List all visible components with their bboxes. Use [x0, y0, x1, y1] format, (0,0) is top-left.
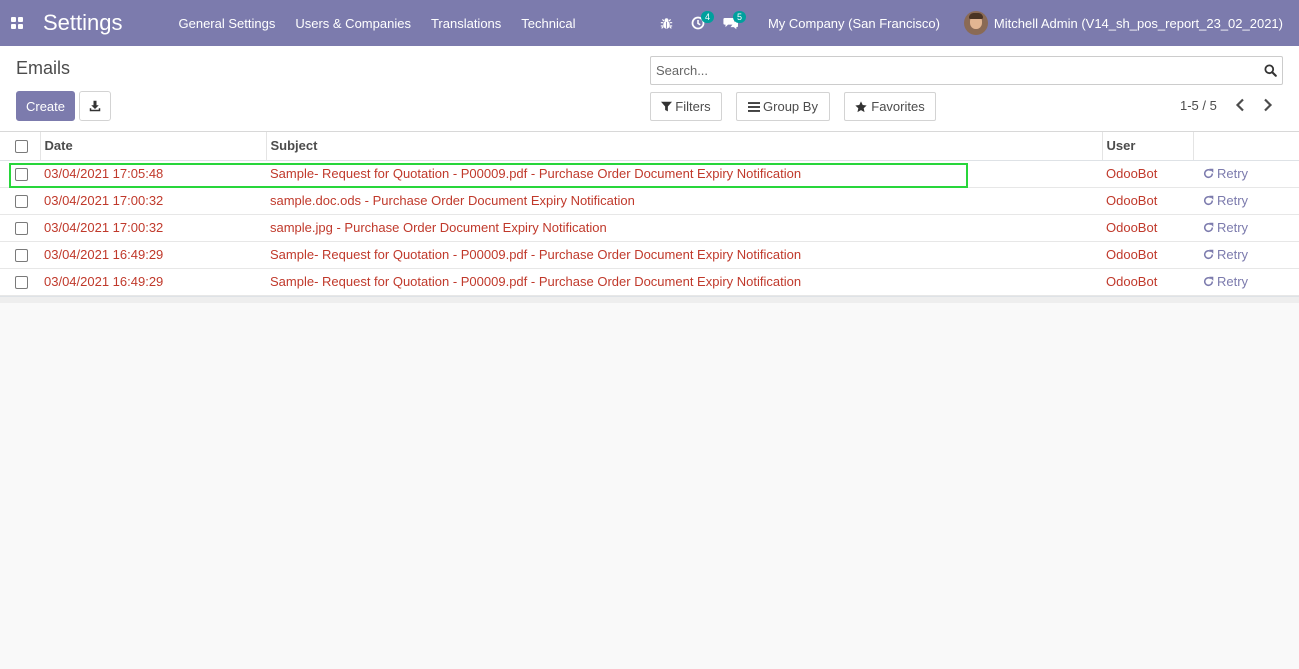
systray: 4 5 My Company (San Francisco) Mitchell … — [660, 0, 1299, 46]
create-button[interactable]: Create — [16, 91, 75, 121]
pager-next-button[interactable] — [1262, 98, 1274, 115]
retry-button[interactable]: Retry — [1193, 214, 1299, 242]
retry-button[interactable]: Retry — [1193, 268, 1299, 296]
row-date[interactable]: 03/04/2021 16:49:29 — [40, 268, 266, 296]
search-icon[interactable] — [1264, 64, 1277, 77]
row-select-cell[interactable] — [0, 160, 40, 188]
emails-list-table: Date Subject User 03/04/2021 17:05:48 Sa… — [0, 132, 1299, 296]
row-subject[interactable]: Sample- Request for Quotation - P00009.p… — [266, 268, 1102, 296]
column-header-date[interactable]: Date — [40, 132, 267, 161]
refresh-icon — [1204, 168, 1214, 178]
column-header-user[interactable]: User — [1102, 132, 1194, 161]
row-subject[interactable]: Sample- Request for Quotation - P00009.p… — [266, 241, 1102, 269]
row-checkbox[interactable] — [15, 222, 28, 236]
filters-label: Filters — [675, 99, 711, 114]
export-download-button[interactable] — [79, 91, 111, 121]
retry-button[interactable]: Retry — [1193, 241, 1299, 269]
retry-label: Retry — [1217, 273, 1249, 289]
row-user[interactable]: OdooBot — [1102, 214, 1193, 242]
group-by-label: Group By — [763, 99, 818, 114]
control-panel: Emails Create Filters Group By Favorites… — [0, 46, 1299, 132]
row-user[interactable]: OdooBot — [1102, 160, 1193, 188]
table-row[interactable]: 03/04/2021 16:49:29 Sample- Request for … — [0, 241, 1299, 269]
menu-general-settings[interactable]: General Settings — [179, 16, 276, 31]
row-checkbox[interactable] — [15, 195, 28, 209]
retry-label: Retry — [1217, 192, 1249, 208]
menu-translations[interactable]: Translations — [431, 16, 501, 31]
retry-label: Retry — [1217, 165, 1249, 181]
table-row[interactable]: 03/04/2021 17:00:32 sample.jpg - Purchas… — [0, 214, 1299, 242]
row-select-cell[interactable] — [0, 268, 40, 296]
menu-users-companies[interactable]: Users & Companies — [295, 16, 411, 31]
row-select-cell[interactable] — [0, 214, 40, 242]
row-date[interactable]: 03/04/2021 17:00:32 — [40, 214, 266, 242]
row-checkbox[interactable] — [15, 249, 28, 263]
row-subject[interactable]: Sample- Request for Quotation - P00009.p… — [266, 160, 1102, 188]
retry-button[interactable]: Retry — [1193, 187, 1299, 215]
select-all-checkbox-cell[interactable] — [0, 132, 41, 161]
table-row[interactable]: 03/04/2021 17:00:32 sample.doc.ods - Pur… — [0, 187, 1299, 215]
pager-previous-button[interactable] — [1234, 98, 1246, 115]
row-select-cell[interactable] — [0, 187, 40, 215]
activity-clock-icon[interactable]: 4 — [691, 11, 714, 30]
filters-button[interactable]: Filters — [650, 92, 722, 121]
row-date[interactable]: 03/04/2021 17:05:48 — [40, 160, 266, 188]
row-subject[interactable]: sample.jpg - Purchase Order Document Exp… — [266, 214, 1102, 242]
favorites-label: Favorites — [871, 99, 925, 114]
company-switcher[interactable]: My Company (San Francisco) — [768, 16, 940, 31]
table-row[interactable]: 03/04/2021 16:49:29 Sample- Request for … — [0, 268, 1299, 296]
search-bar — [650, 56, 1283, 85]
refresh-icon — [1204, 249, 1214, 259]
retry-button[interactable]: Retry — [1193, 160, 1299, 188]
row-checkbox[interactable] — [15, 168, 28, 182]
messages-count-badge: 5 — [732, 11, 746, 23]
activity-count-badge: 4 — [700, 11, 714, 23]
debug-bug-icon[interactable] — [660, 17, 673, 30]
select-all-checkbox[interactable] — [15, 140, 28, 154]
table-row[interactable]: 03/04/2021 17:05:48 Sample- Request for … — [0, 160, 1299, 188]
row-date[interactable]: 03/04/2021 16:49:29 — [40, 241, 266, 269]
bars-icon — [748, 101, 761, 112]
retry-label: Retry — [1217, 246, 1249, 262]
menu-technical[interactable]: Technical — [521, 16, 575, 31]
apps-menu-icon[interactable] — [11, 17, 23, 29]
row-user[interactable]: OdooBot — [1102, 268, 1193, 296]
download-icon — [89, 100, 101, 112]
page-title: Emails — [16, 58, 71, 78]
table-footer — [0, 296, 1299, 303]
star-icon — [855, 100, 867, 112]
top-navbar: Settings General Settings Users & Compan… — [0, 0, 1299, 46]
app-brand[interactable]: Settings — [43, 10, 123, 36]
chevron-left-icon — [1235, 98, 1244, 112]
row-user[interactable]: OdooBot — [1102, 187, 1193, 215]
chevron-right-icon — [1264, 98, 1273, 112]
favorites-button[interactable]: Favorites — [844, 92, 936, 121]
search-input[interactable] — [651, 63, 1264, 78]
group-by-button[interactable]: Group By — [736, 92, 830, 121]
user-menu[interactable]: Mitchell Admin (V14_sh_pos_report_23_02_… — [994, 16, 1283, 31]
column-header-subject[interactable]: Subject — [266, 132, 1103, 161]
row-select-cell[interactable] — [0, 241, 40, 269]
refresh-icon — [1204, 222, 1214, 232]
table-header-row: Date Subject User — [0, 132, 1299, 161]
row-subject[interactable]: sample.doc.ods - Purchase Order Document… — [266, 187, 1102, 215]
refresh-icon — [1204, 276, 1214, 286]
filter-icon — [661, 101, 673, 112]
messages-chat-icon[interactable]: 5 — [723, 11, 746, 30]
row-checkbox[interactable] — [15, 276, 28, 290]
row-user[interactable]: OdooBot — [1102, 241, 1193, 269]
retry-label: Retry — [1217, 219, 1249, 235]
row-date[interactable]: 03/04/2021 17:00:32 — [40, 187, 266, 215]
refresh-icon — [1204, 195, 1214, 205]
pager-value[interactable]: 1-5 / 5 — [1180, 98, 1217, 113]
user-avatar[interactable] — [963, 11, 988, 35]
column-header-actions — [1193, 132, 1299, 161]
